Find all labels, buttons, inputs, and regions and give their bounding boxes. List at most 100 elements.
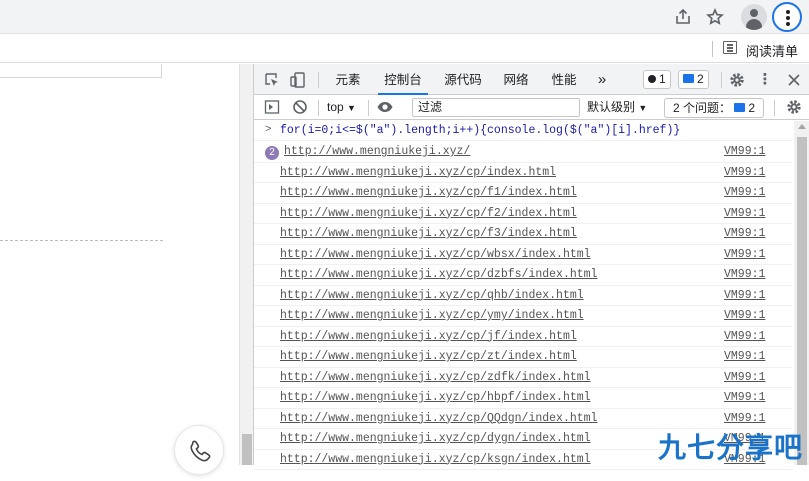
- log-source-link[interactable]: VM99:1: [724, 145, 765, 158]
- log-url-link[interactable]: http://www.mengniukeji.xyz/cp/f1/index.h…: [280, 186, 577, 199]
- page-card: [0, 64, 162, 78]
- console-log-row: http://www.mengniukeji.xyz/cp/f2/index.h…: [254, 204, 792, 224]
- console-scrollbar[interactable]: [794, 121, 809, 465]
- tab-network[interactable]: 网络: [498, 64, 534, 95]
- console-log-row: http://www.mengniukeji.xyz/cp/hbpf/index…: [254, 388, 792, 409]
- filter-input[interactable]: 过滤: [412, 98, 580, 117]
- scroll-up-icon[interactable]: [798, 124, 806, 129]
- browser-toolbar: [0, 0, 809, 34]
- log-source-link[interactable]: VM99:1: [724, 166, 765, 179]
- more-tabs-button[interactable]: »: [592, 64, 612, 95]
- dropdown-arrow-icon: ▼: [347, 103, 356, 113]
- profile-icon[interactable]: [741, 4, 767, 30]
- log-level-selector[interactable]: 默认级别 ▼: [587, 99, 647, 117]
- log-source-link[interactable]: VM99:1: [724, 350, 765, 363]
- console-log-row: http://www.mengniukeji.xyz/cp/index.html…: [254, 163, 792, 183]
- scrollbar-thumb[interactable]: [242, 434, 252, 465]
- tab-sources[interactable]: 源代码: [438, 64, 488, 95]
- console-log-row: 2 http://www.mengniukeji.xyz/VM99:1: [254, 142, 792, 163]
- scrollbar-thumb[interactable]: [797, 137, 807, 465]
- console-log-row: http://www.mengniukeji.xyz/cp/f3/index.h…: [254, 224, 792, 245]
- console-log-row: http://www.mengniukeji.xyz/cp/zt/index.h…: [254, 347, 792, 368]
- share-icon[interactable]: [671, 5, 695, 29]
- divider: [712, 41, 713, 57]
- devtools-tab-bar: 元素 控制台 源代码 网络 性能 » 1 2 ⋮: [254, 64, 809, 95]
- tab-elements[interactable]: 元素: [326, 64, 370, 95]
- log-url-link[interactable]: http://www.mengniukeji.xyz/: [284, 145, 470, 158]
- bookmarks-bar: 阅读清单: [0, 34, 809, 63]
- reading-list-label[interactable]: 阅读清单: [746, 41, 798, 60]
- message-count: 2: [697, 72, 704, 86]
- tab-performance[interactable]: 性能: [546, 64, 582, 95]
- log-source-link[interactable]: VM99:1: [724, 186, 765, 199]
- tab-console[interactable]: 控制台: [378, 64, 428, 95]
- device-toolbar-icon[interactable]: [289, 71, 307, 89]
- log-source-link[interactable]: VM99:1: [724, 330, 765, 343]
- log-url-link[interactable]: http://www.mengniukeji.xyz/cp/ymy/index.…: [280, 309, 584, 322]
- divider: [368, 100, 369, 116]
- devtools-panel: 元素 控制台 源代码 网络 性能 » 1 2 ⋮ top ▼ 过滤 默认级别 ▼: [253, 64, 809, 470]
- page-content: [0, 64, 239, 475]
- phone-icon: [190, 440, 211, 462]
- log-source-link[interactable]: VM99:1: [724, 289, 765, 302]
- context-selector[interactable]: top ▼: [327, 99, 356, 117]
- log-url-link[interactable]: http://www.mengniukeji.xyz/cp/wbsx/index…: [280, 248, 591, 261]
- log-source-link[interactable]: VM99:1: [724, 268, 765, 281]
- console-log-row: http://www.mengniukeji.xyz/cp/jf/index.h…: [254, 327, 792, 347]
- console-log-row: http://www.mengniukeji.xyz/cp/ymy/index.…: [254, 306, 792, 327]
- message-icon: [683, 74, 694, 83]
- console-log-row: http://www.mengniukeji.xyz/cp/qhb/index.…: [254, 286, 792, 306]
- log-source-link[interactable]: VM99:1: [724, 207, 765, 220]
- log-url-link[interactable]: http://www.mengniukeji.xyz/cp/zt/index.h…: [280, 350, 577, 363]
- log-source-link[interactable]: VM99:1: [724, 309, 765, 322]
- issues-button[interactable]: 2 个问题： 2: [664, 98, 764, 118]
- console-settings-gear-icon[interactable]: [785, 98, 803, 116]
- close-icon[interactable]: [785, 71, 803, 89]
- log-url-link[interactable]: http://www.mengniukeji.xyz/cp/index.html: [280, 166, 556, 179]
- watermark: 九七分享吧: [658, 431, 804, 464]
- log-url-link[interactable]: http://www.mengniukeji.xyz/cp/dzbfs/inde…: [280, 268, 597, 281]
- log-url-link[interactable]: http://www.mengniukeji.xyz/cp/qhb/index.…: [280, 289, 584, 302]
- console-output[interactable]: > for(i=0;i<=$("a").length;i++){console.…: [254, 121, 792, 470]
- page-scrollbar[interactable]: [239, 64, 253, 465]
- inspect-element-icon[interactable]: [263, 71, 281, 89]
- settings-gear-icon[interactable]: [728, 71, 746, 89]
- log-url-link[interactable]: http://www.mengniukeji.xyz/cp/f3/index.h…: [280, 227, 577, 240]
- eye-icon[interactable]: [376, 98, 394, 116]
- log-url-link[interactable]: http://www.mengniukeji.xyz/cp/dygn/index…: [280, 432, 591, 445]
- log-url-link[interactable]: http://www.mengniukeji.xyz/cp/f2/index.h…: [280, 207, 577, 220]
- dashed-divider: [0, 240, 163, 241]
- log-source-link[interactable]: VM99:1: [724, 248, 765, 261]
- more-options-icon[interactable]: ⋮: [756, 71, 774, 89]
- console-command[interactable]: for(i=0;i<=$("a").length;i++){console.lo…: [280, 124, 680, 137]
- log-source-link[interactable]: VM99:1: [724, 412, 765, 425]
- console-log-row: http://www.mengniukeji.xyz/cp/zdfk/index…: [254, 368, 792, 388]
- reading-list-icon[interactable]: [723, 41, 737, 54]
- log-url-link[interactable]: http://www.mengniukeji.xyz/cp/hbpf/index…: [280, 391, 591, 404]
- sidebar-toggle-icon[interactable]: [263, 98, 281, 116]
- prompt-chevron-icon: >: [265, 124, 272, 136]
- dropdown-arrow-icon: ▼: [638, 103, 648, 113]
- divider: [318, 72, 319, 88]
- log-url-link[interactable]: http://www.mengniukeji.xyz/cp/ksgn/index…: [280, 453, 591, 466]
- star-icon[interactable]: [703, 5, 727, 29]
- kebab-menu-icon[interactable]: [772, 2, 802, 32]
- issues-label: 2 个问题：: [673, 101, 732, 115]
- log-url-link[interactable]: http://www.mengniukeji.xyz/cp/zdfk/index…: [280, 371, 591, 384]
- clear-console-icon[interactable]: [291, 98, 309, 116]
- divider: [721, 72, 722, 88]
- log-url-link[interactable]: http://www.mengniukeji.xyz/cp/QQdgn/inde…: [280, 412, 597, 425]
- error-count-badge[interactable]: 1: [643, 70, 671, 89]
- divider: [774, 100, 775, 116]
- phone-button[interactable]: [174, 425, 224, 475]
- message-count-badge[interactable]: 2: [678, 70, 709, 89]
- log-source-link[interactable]: VM99:1: [724, 227, 765, 240]
- error-count: 1: [659, 72, 666, 86]
- log-source-link[interactable]: VM99:1: [724, 391, 765, 404]
- log-source-link[interactable]: VM99:1: [724, 371, 765, 384]
- log-url-link[interactable]: http://www.mengniukeji.xyz/cp/jf/index.h…: [280, 330, 577, 343]
- error-dot-icon: [648, 75, 656, 83]
- console-log-row: http://www.mengniukeji.xyz/cp/dzbfs/inde…: [254, 265, 792, 286]
- context-label: top: [327, 100, 344, 114]
- log-level-label: 默认级别: [587, 100, 636, 114]
